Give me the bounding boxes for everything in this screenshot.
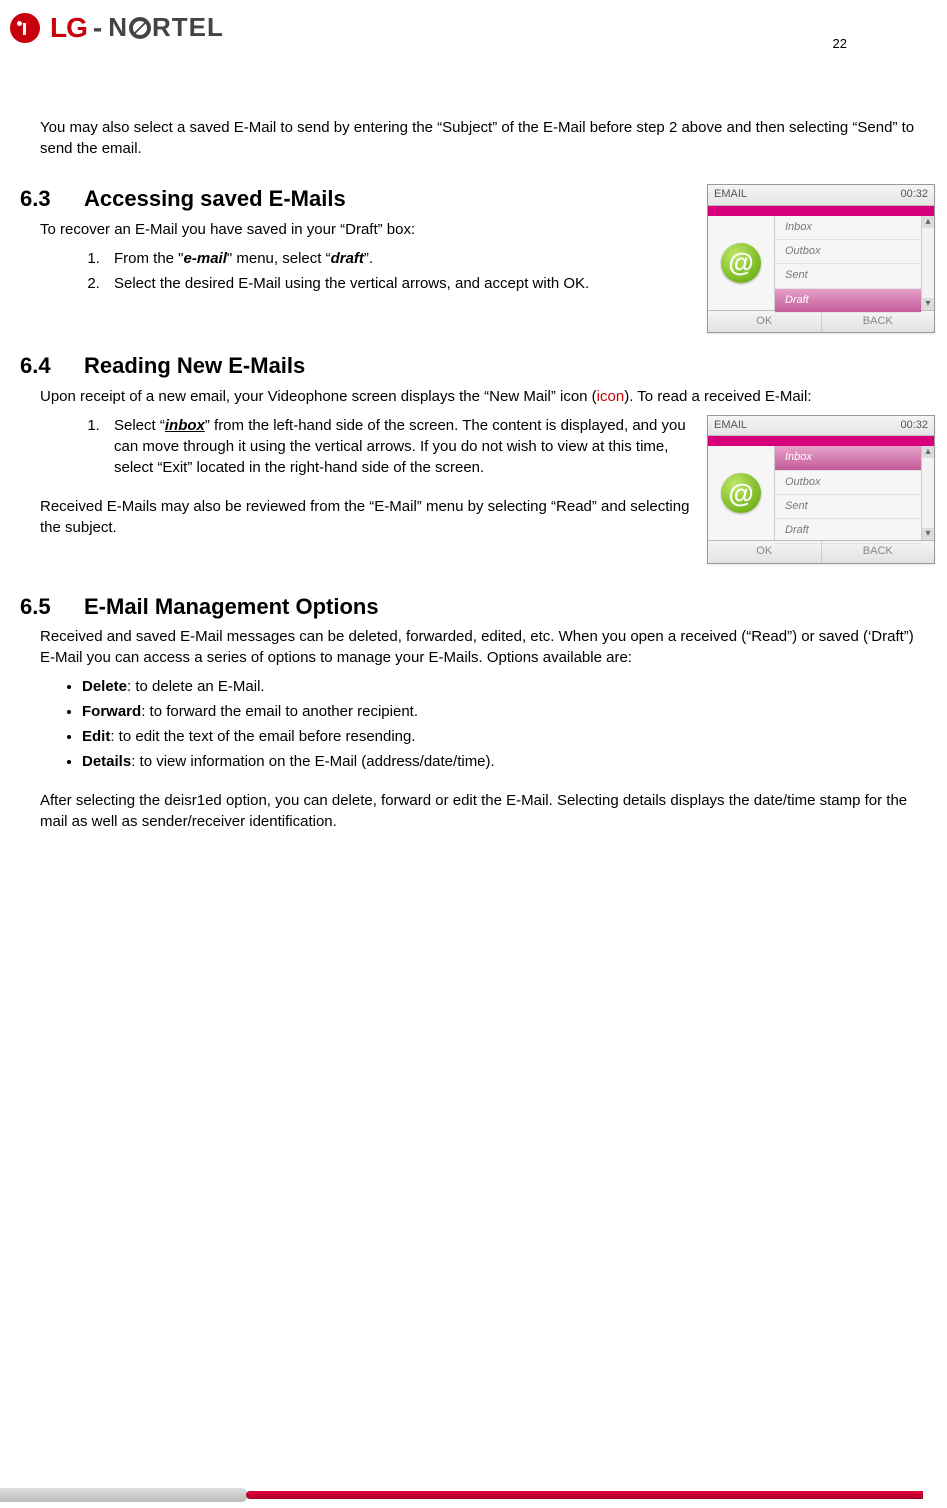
figure2-item-inbox: Inbox [775, 446, 921, 470]
figure-email-inbox: EMAIL 00:32 @ Inbox Outbox Sent Draft [707, 415, 933, 564]
figure2-item-sent: Sent [775, 495, 921, 519]
para-6-4: Upon receipt of a new email, your Videop… [40, 386, 917, 407]
nortel-globe-icon [129, 17, 151, 39]
figure2-item-draft: Draft [775, 519, 921, 543]
chevron-up-icon: ▴ [922, 446, 934, 458]
figure1-list: Inbox Outbox Sent Draft [774, 216, 922, 310]
section-number: 6.5 [20, 592, 84, 623]
heading-6-5: 6.5E-Mail Management Options [20, 592, 937, 623]
intro-paragraph: You may also select a saved E-Mail to se… [40, 117, 917, 159]
figure1-item-draft: Draft [775, 289, 921, 313]
para-6-4b: Received E-Mails may also be reviewed fr… [40, 496, 697, 538]
brand-logo: LG - N RTEL [10, 8, 937, 47]
figure2-list: Inbox Outbox Sent Draft [774, 446, 922, 540]
nortel-pre: N [108, 9, 128, 45]
figure1-back-button: BACK [822, 311, 935, 332]
figure1-scrollbar: ▴ ▾ [922, 216, 934, 310]
figure1-item-sent: Sent [775, 264, 921, 288]
figure2-item-outbox: Outbox [775, 471, 921, 495]
section-number: 6.3 [20, 184, 84, 215]
figure1-item-outbox: Outbox [775, 240, 921, 264]
figure2-back-button: BACK [822, 541, 935, 562]
figure2-title: EMAIL [714, 418, 747, 433]
section-title: Accessing saved E-Mails [84, 186, 346, 211]
section-title: E-Mail Management Options [84, 594, 379, 619]
nortel-text: N RTEL [108, 9, 224, 45]
figure1-accent-bar [708, 206, 934, 216]
bullets-6-5: Delete: to delete an E-Mail. Forward: to… [42, 676, 937, 772]
nortel-post: RTEL [152, 9, 224, 45]
chevron-down-icon: ▾ [922, 298, 934, 310]
page-number: 22 [833, 35, 847, 53]
chevron-up-icon: ▴ [922, 216, 934, 228]
figure1-time: 00:32 [900, 187, 928, 202]
para-6-5: Received and saved E-Mail messages can b… [40, 626, 917, 668]
footer-decoration [0, 1488, 923, 1502]
bullet-edit: Edit: to edit the text of the email befo… [82, 726, 937, 747]
at-sign-icon: @ [721, 243, 761, 283]
bullet-delete: Delete: to delete an E-Mail. [82, 676, 937, 697]
dash-icon: - [93, 8, 102, 47]
figure1-ok-button: OK [708, 311, 822, 332]
section-title: Reading New E-Mails [84, 353, 305, 378]
lg-circle-icon [10, 13, 40, 43]
figure2-ok-button: OK [708, 541, 822, 562]
figure-email-draft: EMAIL 00:32 @ Inbox Outbox Sent Draft [707, 184, 933, 333]
lg-text: LG [50, 8, 87, 47]
figure2-time: 00:32 [900, 418, 928, 433]
figure2-scrollbar: ▴ ▾ [922, 446, 934, 540]
icon-placeholder: icon [597, 388, 625, 405]
figure1-item-inbox: Inbox [775, 216, 921, 240]
heading-6-4: 6.4Reading New E-Mails [20, 351, 937, 382]
chevron-down-icon: ▾ [922, 528, 934, 540]
bullet-forward: Forward: to forward the email to another… [82, 701, 937, 722]
section-number: 6.4 [20, 351, 84, 382]
para-6-5b: After selecting the deisr1ed option, you… [40, 790, 917, 832]
at-sign-icon: @ [721, 473, 761, 513]
figure1-title: EMAIL [714, 187, 747, 202]
figure2-accent-bar [708, 436, 934, 446]
bullet-details: Details: to view information on the E-Ma… [82, 751, 937, 772]
